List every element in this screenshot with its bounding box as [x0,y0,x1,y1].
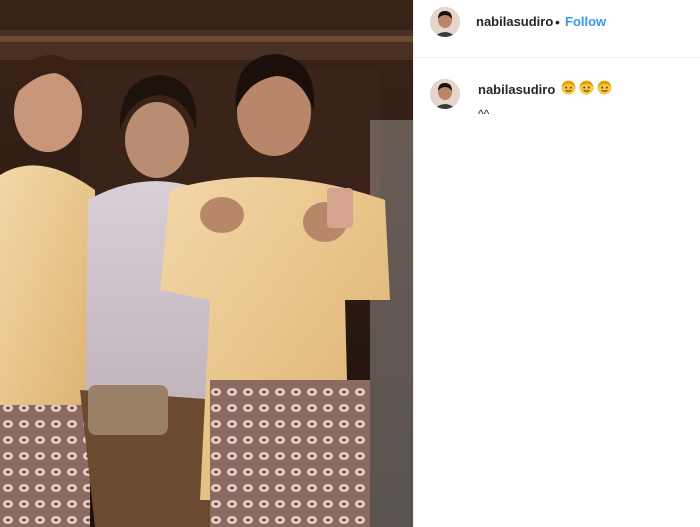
post-photo-art [0,0,413,527]
author-avatar[interactable] [430,7,460,37]
comment-avatar[interactable] [430,79,460,109]
avatar-image [430,7,460,37]
avatar-image [430,79,460,109]
face-emoji-icon [597,80,612,95]
post-photo[interactable] [0,0,413,527]
post-header: nabilasudiro • Follow [414,0,700,58]
author-username[interactable]: nabilasudiro [476,14,553,29]
post-sidebar: nabilasudiro • Follow nabilasudiro ^^ [414,0,700,527]
follow-button[interactable]: Follow [565,14,606,29]
comment-text: ^^ [478,107,490,121]
face-emoji-icon [561,80,576,95]
follow-separator: • [555,14,560,30]
face-emoji-icon [579,80,594,95]
comment-username[interactable]: nabilasudiro [478,82,555,97]
